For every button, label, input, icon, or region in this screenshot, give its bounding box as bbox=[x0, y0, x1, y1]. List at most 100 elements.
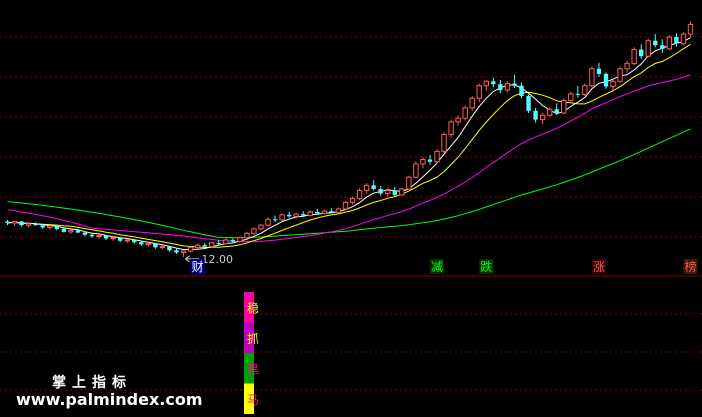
candle-body-up bbox=[159, 246, 166, 249]
ma-long-line bbox=[7, 74, 691, 243]
candle-body-up bbox=[420, 159, 426, 165]
candle-body-down bbox=[5, 221, 10, 223]
candle-body-down bbox=[653, 40, 658, 46]
candle-body-down bbox=[392, 190, 397, 195]
candle-body-up bbox=[145, 243, 152, 246]
candle-body-up bbox=[483, 80, 489, 87]
watermark-title: 掌上指标 bbox=[52, 375, 132, 391]
candle-body-up bbox=[349, 198, 356, 203]
candle-body-up bbox=[25, 223, 32, 226]
candle-body-up bbox=[455, 117, 461, 123]
signal-marker-label: 跌 bbox=[480, 259, 492, 274]
candle-body-up bbox=[666, 36, 673, 50]
candle-body-down bbox=[526, 96, 531, 111]
candle-body-up bbox=[68, 229, 74, 233]
candle-body-up bbox=[187, 246, 194, 252]
candle-body-down bbox=[153, 243, 158, 248]
candle-body-down bbox=[519, 85, 524, 97]
candle-body-up bbox=[96, 235, 102, 238]
candle-body-down bbox=[75, 230, 81, 233]
vertical-bar-label: 马 bbox=[247, 393, 259, 407]
chart-stage: 43.9112.00财减跌涨榜稳抓黑马 掌上指标 www.palmindex.c… bbox=[0, 0, 702, 417]
candle-body-down bbox=[533, 110, 538, 120]
candle-body-up bbox=[568, 93, 574, 101]
candle-body-down bbox=[286, 214, 292, 217]
candle-body-up bbox=[335, 208, 342, 214]
candle-body-up bbox=[110, 237, 116, 240]
candle-body-up bbox=[293, 213, 299, 217]
candle-body-up bbox=[441, 133, 447, 152]
candle-body-down bbox=[230, 239, 236, 242]
candle-body-up bbox=[321, 210, 328, 214]
candle-body-up bbox=[251, 228, 257, 234]
candle-body-up bbox=[687, 23, 694, 35]
candle-body-up bbox=[610, 80, 616, 87]
candle-body-down bbox=[427, 159, 433, 162]
low-price-label: 12.00 bbox=[202, 253, 234, 266]
candle-body-down bbox=[512, 83, 517, 86]
candle-body-up bbox=[504, 82, 511, 91]
candle-body-down bbox=[554, 109, 559, 114]
candle-body-down bbox=[315, 211, 320, 214]
candle-body-down bbox=[575, 93, 581, 95]
candle-body-down bbox=[19, 221, 24, 226]
candle-body-down bbox=[54, 225, 59, 229]
candle-body-down bbox=[596, 68, 602, 74]
candle-body-down bbox=[491, 81, 496, 85]
candle-body-up bbox=[680, 33, 687, 45]
candle-body-up bbox=[476, 85, 482, 99]
candle-body-down bbox=[167, 246, 172, 251]
vertical-bar-label: 黑 bbox=[247, 362, 259, 376]
candle-body-down bbox=[33, 223, 38, 226]
candle-body-up bbox=[307, 211, 313, 217]
candle-body-up bbox=[47, 225, 53, 228]
candle-body-up bbox=[180, 250, 187, 254]
candle-body-down bbox=[371, 185, 376, 190]
candle-body-up bbox=[589, 68, 595, 87]
candle-body-up bbox=[209, 242, 215, 248]
candle-body-down bbox=[301, 214, 306, 216]
candle-body-down bbox=[132, 239, 137, 243]
candle-body-up bbox=[342, 201, 349, 210]
candle-body-up bbox=[385, 190, 391, 194]
candle-body-up bbox=[546, 108, 553, 116]
candle-body-down bbox=[329, 211, 334, 213]
candle-body-up bbox=[363, 184, 370, 192]
candle-body-up bbox=[399, 188, 405, 196]
candle-body-down bbox=[639, 49, 644, 57]
signal-marker-label: 减 bbox=[431, 260, 443, 274]
candle-body-up bbox=[434, 150, 440, 163]
candle-body-up bbox=[356, 190, 363, 200]
candle-body-up bbox=[223, 239, 229, 245]
candle-body-down bbox=[603, 73, 609, 87]
candle-body-up bbox=[631, 49, 637, 65]
signal-marker-label: 涨 bbox=[593, 259, 605, 274]
candle-body-up bbox=[624, 63, 630, 70]
candle-body-up bbox=[279, 214, 285, 221]
candle-body-up bbox=[413, 163, 419, 178]
candle-body-down bbox=[674, 36, 679, 44]
candle-body-up bbox=[582, 85, 588, 96]
kline-chart: 43.9112.00财减跌涨榜稳抓黑马 bbox=[0, 21, 702, 414]
candle-body-up bbox=[645, 40, 651, 57]
candle-body-up bbox=[539, 114, 546, 121]
candle-body-down bbox=[40, 225, 45, 228]
candle-body-up bbox=[11, 221, 18, 224]
candle-body-up bbox=[194, 244, 201, 248]
candle-body-down bbox=[61, 228, 67, 232]
candle-body-down bbox=[498, 84, 503, 91]
candle-body-down bbox=[82, 232, 88, 235]
candle-body-up bbox=[244, 232, 250, 239]
candle-body-up bbox=[237, 237, 243, 242]
candle-body-down bbox=[117, 237, 123, 241]
ma-mid-line bbox=[7, 43, 691, 249]
candle-body-up bbox=[124, 239, 130, 242]
signal-marker-label: 榜 bbox=[684, 259, 696, 274]
candle-body-down bbox=[89, 234, 95, 237]
candle-body-down bbox=[174, 250, 179, 253]
candle-body-up bbox=[462, 107, 468, 119]
candle-body-up bbox=[265, 218, 271, 226]
candle-body-down bbox=[103, 235, 109, 239]
vertical-bar-label: 抓 bbox=[247, 332, 259, 346]
candle-body-up bbox=[258, 224, 264, 230]
